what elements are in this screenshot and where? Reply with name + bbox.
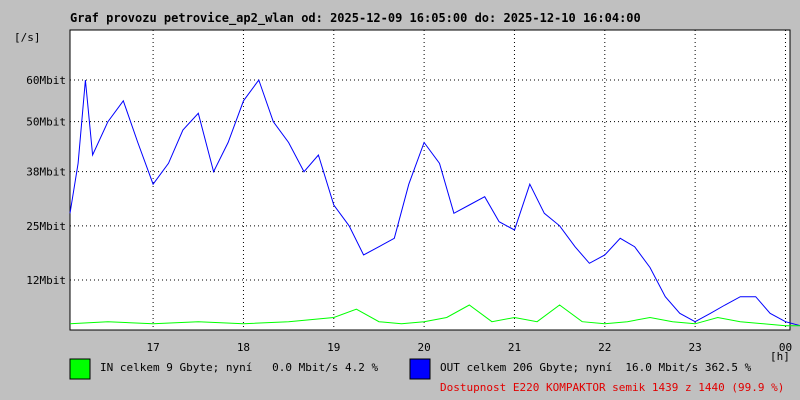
plot-area [69, 29, 791, 331]
legend-in-swatch [69, 358, 91, 380]
legend-in-text: IN celkem 9 Gbyte; nyní 0.0 Mbit/s 4.2 % [100, 361, 379, 374]
x-tick-label-5: 22 [598, 341, 611, 354]
x-tick-label-4: 21 [508, 341, 521, 354]
x-tick-label-1: 18 [237, 341, 250, 354]
x-tick-label-6: 23 [689, 341, 702, 354]
legend-out-swatch [409, 358, 431, 380]
x-tick-label-7: 00 [779, 341, 792, 354]
chart-title: Graf provozu petrovice_ap2_wlan od: 2025… [70, 11, 641, 26]
x-tick-label-0: 17 [146, 341, 159, 354]
availability-text: Dostupnost E220 KOMPAKTOR semik 1439 z 1… [440, 381, 784, 394]
y-axis-label: [/s] [14, 31, 41, 44]
traffic-chart: Graf provozu petrovice_ap2_wlan od: 2025… [14, 11, 800, 394]
x-tick-labels: 1718192021222300010203040506070809101112… [146, 341, 792, 354]
y-tick-label-1: 25Mbit [26, 220, 66, 233]
y-tick-label-2: 38Mbit [26, 166, 66, 179]
y-tick-label-0: 12Mbit [26, 274, 66, 287]
x-tick-label-3: 20 [418, 341, 431, 354]
y-tick-label-3: 50Mbit [26, 116, 66, 129]
y-tick-labels: 12Mbit 25Mbit 38Mbit 50Mbit 60Mbit [26, 74, 66, 287]
x-tick-label-2: 19 [327, 341, 340, 354]
y-tick-label-4: 60Mbit [26, 74, 66, 87]
legend-out-text: OUT celkem 206 Gbyte; nyní 16.0 Mbit/s 3… [440, 361, 752, 374]
